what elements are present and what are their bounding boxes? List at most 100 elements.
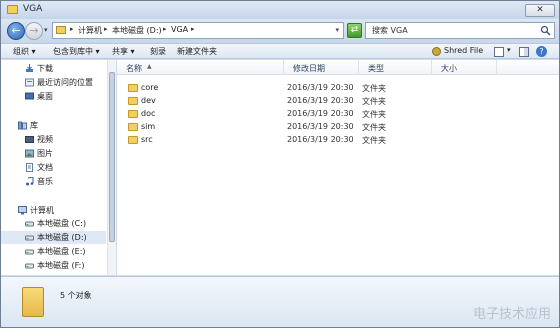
nav-item-label: 本地磁盘 (C:) — [37, 219, 87, 228]
folder-icon — [128, 110, 138, 118]
nav-item-music[interactable]: 音乐 — [1, 175, 106, 188]
nav-item-recent[interactable]: 最近访问的位置 — [1, 76, 106, 89]
breadcrumb-computer[interactable]: 计算机 — [78, 25, 102, 36]
table-row[interactable]: src 2016/3/19 20:30 文件夹 — [117, 134, 557, 147]
command-bar: 组织 ▾ 包含到库中 ▾ 共享 ▾ 刻录 新建文件夹 Shred File ▾ … — [1, 43, 559, 59]
nav-item-drive-f[interactable]: 本地磁盘 (F:) — [1, 259, 106, 272]
breadcrumb-separator[interactable]: ▸ — [70, 25, 74, 33]
preview-pane-icon[interactable] — [519, 47, 529, 57]
breadcrumb-separator[interactable]: ▸ — [191, 25, 195, 33]
column-header-name[interactable]: 名称 ▲ — [117, 60, 284, 75]
nav-item-label: 最近访问的位置 — [37, 78, 93, 87]
folder-icon — [56, 26, 66, 34]
file-date: 2016/3/19 20:30 — [287, 135, 354, 144]
nav-item-label: 本地磁盘 (F:) — [37, 261, 85, 270]
breadcrumb-drive-d[interactable]: 本地磁盘 (D:) — [112, 25, 162, 36]
forward-button[interactable]: → — [25, 22, 43, 40]
folder-icon — [7, 5, 18, 14]
nav-item-drive-d[interactable]: 本地磁盘 (D:) — [1, 231, 106, 244]
view-dropdown[interactable]: ▾ — [507, 46, 511, 54]
download-icon — [26, 64, 33, 72]
sort-ascending-icon: ▲ — [147, 63, 152, 70]
explorer-window: VGA ✕ ← → ▾ ▸ 计算机 ▸ 本地磁盘 (D:) ▸ VGA ▸ ▾ … — [0, 0, 560, 328]
drive-icon — [25, 221, 34, 227]
nav-item-documents[interactable]: 文档 — [1, 161, 106, 174]
music-icon — [26, 177, 34, 186]
burn-button[interactable]: 刻录 — [150, 46, 166, 57]
navigation-pane: 下载 最近访问的位置 桌面 库 视频 图片 文档 音乐 计算机 本地磁盘 (C:… — [1, 60, 116, 275]
details-pane: 5 个对象 电子技术应用 — [1, 276, 559, 327]
nav-item-computer[interactable]: 计算机 — [1, 204, 106, 217]
folder-icon — [128, 123, 138, 131]
shred-file-button[interactable]: Shred File — [444, 46, 483, 55]
close-button[interactable]: ✕ — [525, 4, 555, 17]
nav-item-label: 计算机 — [30, 206, 54, 215]
breadcrumb-vga[interactable]: VGA — [171, 25, 188, 34]
table-row[interactable]: dev 2016/3/19 20:30 文件夹 — [117, 95, 557, 108]
column-header-date[interactable]: 修改日期 — [284, 60, 359, 75]
nav-item-drive-e[interactable]: 本地磁盘 (E:) — [1, 245, 106, 258]
picture-icon — [25, 149, 34, 158]
nav-item-label: 视频 — [37, 135, 53, 144]
folder-icon — [128, 84, 138, 92]
title-bar[interactable]: VGA ✕ — [1, 1, 559, 19]
include-in-library-menu[interactable]: 包含到库中 ▾ — [53, 46, 100, 57]
file-list: 名称 ▲ 修改日期 类型 大小 core 2016/3/19 20:30 文件夹… — [117, 60, 559, 275]
column-header-type[interactable]: 类型 — [359, 60, 432, 75]
item-count: 5 个对象 — [60, 291, 92, 300]
search-placeholder: 搜索 VGA — [372, 26, 408, 35]
window-title: VGA — [23, 4, 43, 14]
file-name: dev — [141, 96, 156, 105]
file-date: 2016/3/19 20:30 — [287, 83, 354, 92]
nav-item-label: 本地磁盘 (D:) — [37, 233, 87, 242]
nav-item-desktop[interactable]: 桌面 — [1, 90, 106, 103]
breadcrumb-separator[interactable]: ▸ — [163, 25, 167, 33]
folder-icon — [128, 97, 138, 105]
nav-item-drive-c[interactable]: 本地磁盘 (C:) — [1, 217, 106, 230]
file-date: 2016/3/19 20:30 — [287, 96, 354, 105]
new-folder-button[interactable]: 新建文件夹 — [177, 46, 217, 57]
shred-icon — [432, 47, 441, 56]
nav-item-videos[interactable]: 视频 — [1, 133, 106, 146]
drive-icon — [25, 249, 34, 255]
view-options-icon[interactable] — [494, 47, 504, 57]
address-bar[interactable]: ▸ 计算机 ▸ 本地磁盘 (D:) ▸ VGA ▸ ▾ — [52, 22, 344, 39]
nav-item-label: 桌面 — [37, 92, 53, 101]
table-row[interactable]: sim 2016/3/19 20:30 文件夹 — [117, 121, 557, 134]
table-row[interactable]: doc 2016/3/19 20:30 文件夹 — [117, 108, 557, 121]
column-label: 名称 — [126, 64, 142, 73]
watermark: 电子技术应用 — [472, 307, 551, 322]
nav-item-label: 库 — [30, 121, 38, 130]
nav-item-label: 图片 — [37, 149, 53, 158]
recent-pages-dropdown[interactable]: ▾ — [44, 26, 48, 34]
column-label: 修改日期 — [293, 64, 325, 73]
search-input[interactable]: 搜索 VGA — [365, 22, 555, 39]
address-row: ← → ▾ ▸ 计算机 ▸ 本地磁盘 (D:) ▸ VGA ▸ ▾ ⇄ 搜索 V… — [1, 19, 559, 43]
table-row[interactable]: core 2016/3/19 20:30 文件夹 — [117, 82, 557, 95]
folder-icon — [128, 136, 138, 144]
desktop-icon — [25, 92, 34, 100]
file-type: 文件夹 — [362, 123, 386, 132]
column-headers: 名称 ▲ 修改日期 类型 大小 — [117, 60, 559, 75]
nav-item-pictures[interactable]: 图片 — [1, 147, 106, 160]
organize-menu[interactable]: 组织 ▾ — [13, 46, 36, 57]
file-date: 2016/3/19 20:30 — [287, 122, 354, 131]
nav-item-downloads[interactable]: 下载 — [1, 62, 106, 75]
scrollbar-thumb[interactable] — [109, 72, 115, 242]
refresh-button[interactable]: ⇄ — [347, 23, 362, 38]
nav-item-label: 下载 — [37, 64, 53, 73]
navigation-scrollbar[interactable] — [107, 60, 116, 275]
column-header-size[interactable]: 大小 — [432, 60, 497, 75]
file-name: sim — [141, 122, 156, 131]
back-button[interactable]: ← — [7, 22, 25, 40]
computer-icon — [18, 206, 27, 215]
help-icon[interactable]: ? — [536, 46, 547, 57]
library-icon — [18, 121, 27, 130]
nav-item-label: 本地磁盘 (E:) — [37, 247, 86, 256]
recent-icon — [25, 78, 34, 87]
share-menu[interactable]: 共享 ▾ — [112, 46, 135, 57]
breadcrumb-separator[interactable]: ▸ — [104, 25, 108, 33]
address-dropdown[interactable]: ▾ — [335, 26, 339, 34]
search-icon[interactable] — [540, 25, 551, 36]
nav-item-libraries[interactable]: 库 — [1, 119, 106, 132]
